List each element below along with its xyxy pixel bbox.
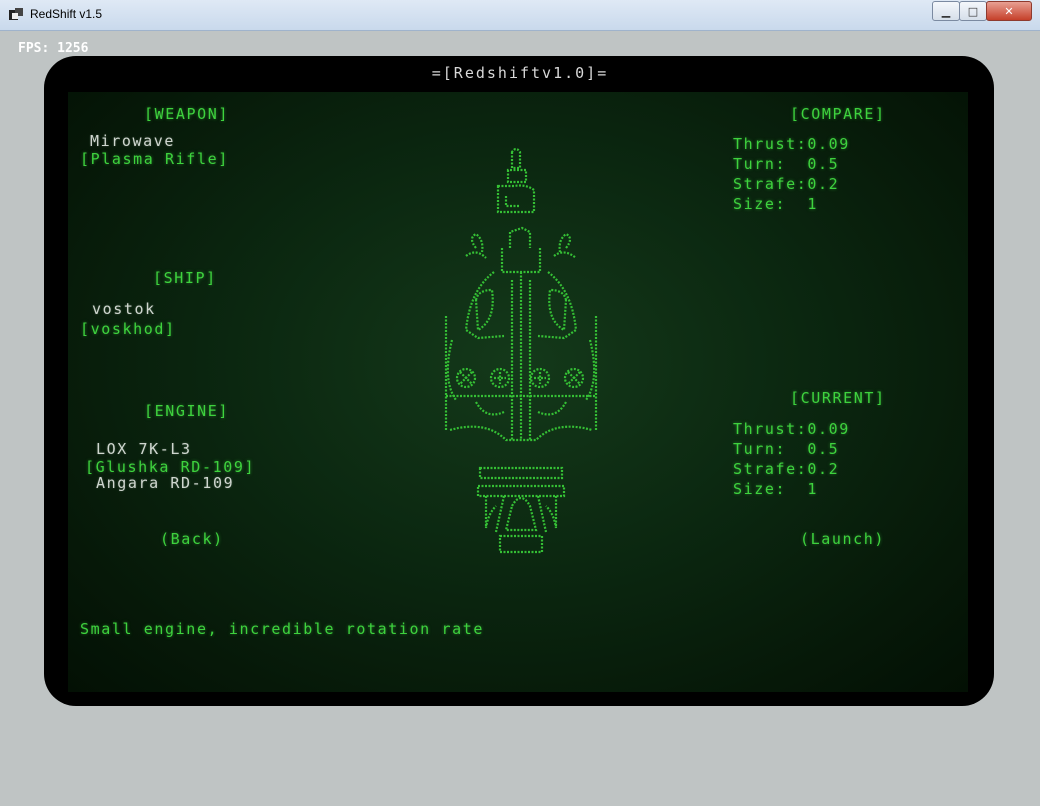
current-strafe: Strafe:0.2 bbox=[733, 460, 840, 478]
ship-option[interactable]: vostok bbox=[92, 300, 156, 318]
ship-preview-graphic bbox=[444, 147, 598, 554]
weapon-header: [WEAPON] bbox=[144, 105, 230, 123]
current-turn: Turn: 0.5 bbox=[733, 440, 840, 458]
compare-thrust: Thrust:0.09 bbox=[733, 135, 850, 153]
compare-turn: Turn: 0.5 bbox=[733, 155, 840, 173]
launch-button[interactable]: (Launch) bbox=[800, 530, 885, 548]
crt-title: =[Redshiftv1.0]= bbox=[431, 64, 609, 82]
engine-header: [ENGINE] bbox=[144, 402, 230, 420]
window-titlebar[interactable]: RedShift v1.5 ▁ □ ✕ bbox=[0, 0, 1040, 31]
current-thrust: Thrust:0.09 bbox=[733, 420, 850, 438]
compare-size: Size: 1 bbox=[733, 195, 819, 213]
current-header: [CURRENT] bbox=[790, 389, 886, 407]
weapon-selected[interactable]: [Plasma Rifle] bbox=[80, 150, 229, 168]
maximize-button[interactable]: □ bbox=[959, 1, 987, 21]
current-size: Size: 1 bbox=[733, 480, 819, 498]
engine-option-next[interactable]: Angara RD-109 bbox=[96, 474, 234, 492]
close-button[interactable]: ✕ bbox=[986, 1, 1032, 21]
ship-header: [SHIP] bbox=[153, 269, 217, 287]
compare-strafe: Strafe:0.2 bbox=[733, 175, 840, 193]
fps-counter: FPS: 1256 bbox=[18, 41, 89, 56]
description-text: Small engine, incredible rotation rate bbox=[80, 620, 484, 638]
window-title: RedShift v1.5 bbox=[30, 7, 103, 21]
engine-option-prev[interactable]: LOX 7K-L3 bbox=[96, 440, 192, 458]
weapon-option[interactable]: Mirowave bbox=[90, 132, 175, 150]
back-button[interactable]: (Back) bbox=[160, 530, 224, 548]
ship-selected[interactable]: [voskhod] bbox=[80, 320, 176, 338]
compare-header: [COMPARE] bbox=[790, 105, 886, 123]
minimize-button[interactable]: ▁ bbox=[932, 1, 960, 21]
app-icon bbox=[9, 8, 23, 20]
